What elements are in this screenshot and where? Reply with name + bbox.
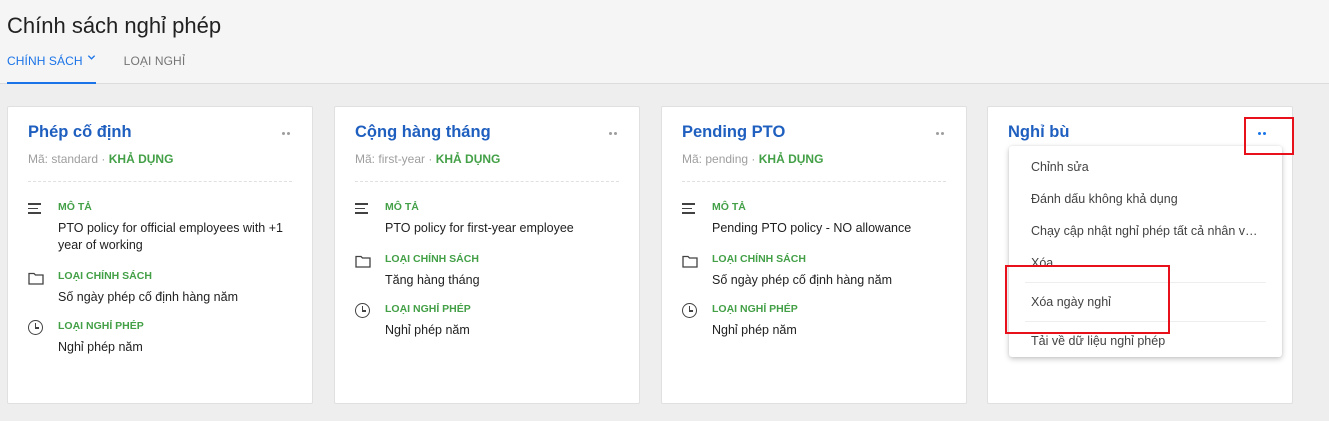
folder-icon [355,255,371,268]
description-lines-icon [682,203,698,219]
card-code: pending [705,152,749,166]
card-code-line: Mã: pending · KHẢ DỤNG [682,152,824,166]
divider [28,181,292,182]
card-title[interactable]: Phép cố định [28,123,132,142]
more-dots-icon[interactable] [930,125,950,141]
code-prefix: Mã: [355,152,376,166]
policy-type-label: LOẠI CHÍNH SÁCH [712,253,806,265]
menu-item-delete[interactable]: Xóa [1009,247,1282,279]
status-badge: KHẢ DỤNG [758,152,824,166]
policy-type-value: Số ngày phép cố định hàng năm [58,290,238,304]
divider [355,181,619,182]
folder-icon [28,272,44,285]
clock-icon [28,320,43,335]
card-title[interactable]: Nghỉ bù [1008,123,1069,142]
more-dots-icon[interactable] [1252,125,1272,141]
tab-leave-types[interactable]: LOẠI NGHỈ [124,48,186,84]
card-code-line: Mã: first-year · KHẢ DỤNG [355,152,501,166]
more-dots-icon[interactable] [276,125,296,141]
description-lines-icon [28,203,44,219]
policy-card: Pending PTO Mã: pending · KHẢ DỤNG MÔ TẢ… [661,106,967,404]
leave-type-value: Nghỉ phép năm [385,323,470,337]
description-label: MÔ TẢ [385,201,419,213]
description-label: MÔ TẢ [712,201,746,213]
policy-card: Phép cố định Mã: standard · KHẢ DỤNG MÔ … [7,106,313,404]
menu-item-download-data[interactable]: Tải về dữ liệu nghỉ phép [1009,325,1282,357]
status-badge: KHẢ DỤNG [435,152,501,166]
menu-item-delete-days-off[interactable]: Xóa ngày nghỉ [1009,286,1282,318]
card-title[interactable]: Cộng hàng tháng [355,123,491,142]
page-header: Chính sách nghỉ phép CHÍNH SÁCH LOẠI NGH… [0,0,1329,84]
folder-icon [682,255,698,268]
menu-item-run-update[interactable]: Chạy cập nhật nghỉ phép tất cả nhân viên [1009,215,1282,247]
leave-type-label: LOẠI NGHỈ PHÉP [385,303,471,315]
leave-type-label: LOẠI NGHỈ PHÉP [58,320,144,332]
tab-leave-types-label: LOẠI NGHỈ [123,54,186,68]
menu-divider [1025,282,1266,283]
more-dots-icon[interactable] [603,125,623,141]
chevron-down-icon [87,48,96,72]
policy-type-value: Tăng hàng tháng [385,273,480,287]
policy-type-label: LOẠI CHÍNH SÁCH [58,270,152,282]
leave-type-value: Nghỉ phép năm [58,340,143,354]
description-value: Pending PTO policy - NO allowance [712,221,912,235]
tab-policies-label: CHÍNH SÁCH [7,54,83,68]
description-value: PTO policy for official employees with +… [58,221,283,252]
policy-card: Cộng hàng tháng Mã: first-year · KHẢ DỤN… [334,106,640,404]
context-menu: Chỉnh sửa Đánh dấu không khả dụng Chạy c… [1009,146,1282,357]
tab-policies[interactable]: CHÍNH SÁCH [7,48,96,84]
policy-type-label: LOẠI CHÍNH SÁCH [385,253,479,265]
policy-type-value: Số ngày phép cố định hàng năm [712,273,892,287]
menu-item-mark-unavailable[interactable]: Đánh dấu không khả dụng [1009,183,1282,215]
tab-bar: CHÍNH SÁCH LOẠI NGHỈ [7,48,213,84]
leave-type-label: LOẠI NGHỈ PHÉP [712,303,798,315]
description-value: PTO policy for first-year employee [385,221,574,235]
status-badge: KHẢ DỤNG [108,152,174,166]
divider [682,181,946,182]
card-title[interactable]: Pending PTO [682,123,785,142]
description-lines-icon [355,203,371,219]
card-code: first-year [378,152,426,166]
code-prefix: Mã: [28,152,49,166]
card-code: standard [51,152,99,166]
leave-type-value: Nghỉ phép năm [712,323,797,337]
page-title: Chính sách nghỉ phép [7,13,222,38]
clock-icon [682,303,697,318]
code-prefix: Mã: [682,152,703,166]
card-code-line: Mã: standard · KHẢ DỤNG [28,152,174,166]
description-label: MÔ TẢ [58,201,92,213]
menu-divider [1025,321,1266,322]
menu-item-edit[interactable]: Chỉnh sửa [1009,151,1282,183]
clock-icon [355,303,370,318]
